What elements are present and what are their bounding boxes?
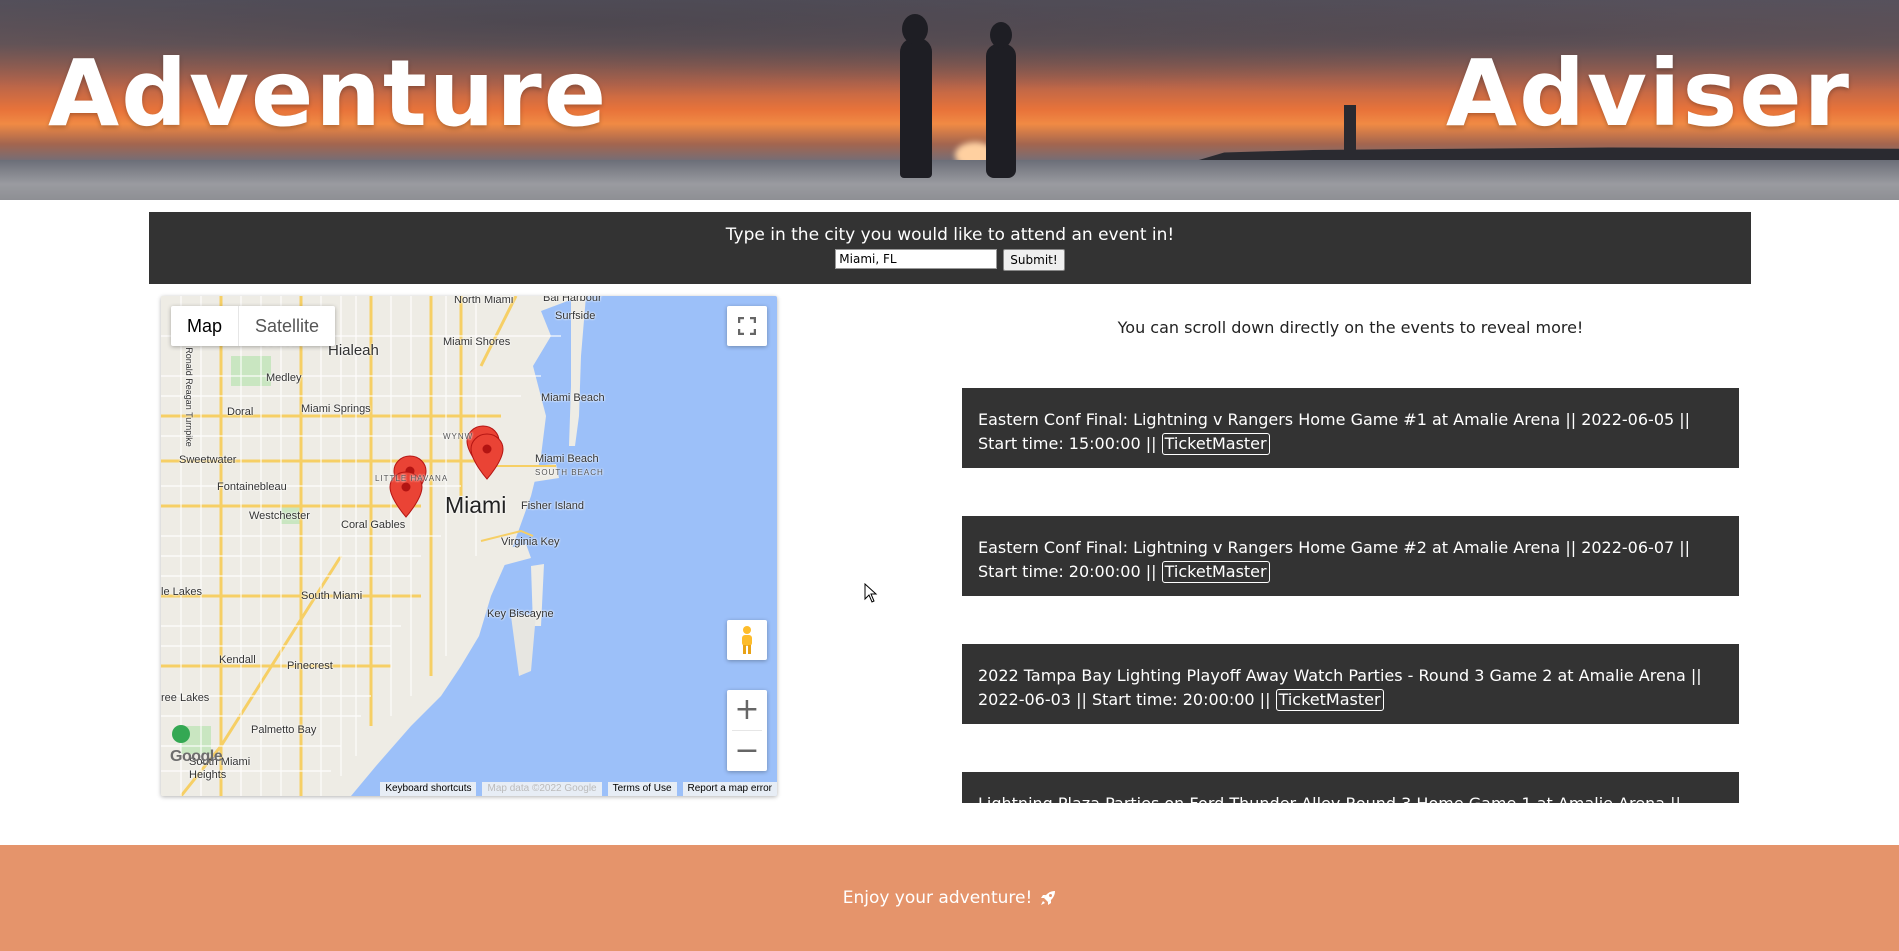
terms-of-use-link[interactable]: Terms of Use xyxy=(607,782,677,796)
place-label: WYNW xyxy=(443,432,474,441)
event-text: Eastern Conf Final: Lightning v Rangers … xyxy=(978,410,1691,453)
silhouette-head-left xyxy=(902,14,928,44)
place-label: Medley xyxy=(266,372,302,384)
rocket-icon xyxy=(1041,891,1056,905)
place-label: Miami Shores xyxy=(443,336,511,348)
fullscreen-icon xyxy=(738,317,756,335)
place-label: Pinecrest xyxy=(287,660,333,672)
ticketmaster-link[interactable]: TicketMaster xyxy=(1161,433,1270,455)
search-prompt: Type in the city you would like to atten… xyxy=(725,225,1175,245)
place-label: Fontainebleau xyxy=(217,481,287,493)
place-label: Sweetwater xyxy=(179,454,237,466)
place-label: North Miami xyxy=(454,296,514,306)
place-label: Coral Gables xyxy=(341,519,406,531)
place-label: SOUTH BEACH xyxy=(535,468,604,477)
zoo-poi-icon xyxy=(172,725,190,743)
place-label: Miami Beach xyxy=(541,392,605,404)
place-label: Kendall xyxy=(219,654,256,666)
zoom-out-button[interactable]: − xyxy=(727,731,767,771)
event-card: Eastern Conf Final: Lightning v Rangers … xyxy=(962,388,1739,468)
event-list[interactable]: Eastern Conf Final: Lightning v Rangers … xyxy=(962,368,1739,803)
place-label: Miami Beach xyxy=(535,453,599,465)
silhouette-head-right xyxy=(990,22,1012,48)
search-bar: Type in the city you would like to atten… xyxy=(149,212,1751,284)
place-label: South Miami xyxy=(301,590,363,602)
zoom-in-button[interactable]: + xyxy=(727,690,767,730)
ticketmaster-link[interactable]: TicketMaster xyxy=(1275,689,1384,711)
place-label: Ronald Reagan Turnpike xyxy=(183,347,194,447)
scroll-hint: You can scroll down directly on the even… xyxy=(1117,318,1584,337)
place-label: Bal Harbour xyxy=(543,296,602,304)
map-type-satellite-button[interactable]: Satellite xyxy=(239,306,335,346)
place-label: Surfside xyxy=(555,310,596,322)
search-row: Submit! xyxy=(149,249,1751,271)
place-label: Palmetto Bay xyxy=(251,724,317,736)
report-map-error-link[interactable]: Report a map error xyxy=(682,782,777,796)
place-label: ree Lakes xyxy=(161,692,210,704)
event-text: Eastern Conf Final: Lightning v Rangers … xyxy=(978,538,1691,581)
event-text: Lightning Plaza Parties on Ford Thunder … xyxy=(978,794,1681,803)
silhouette-person-right xyxy=(986,44,1016,178)
event-card: Lightning Plaza Parties on Ford Thunder … xyxy=(962,772,1739,803)
place-label-city: Miami xyxy=(445,492,507,518)
map-footer: Keyboard shortcuts Map data ©2022 Google… xyxy=(380,782,777,796)
street-view-pegman-button[interactable] xyxy=(727,620,767,660)
place-label: le Lakes xyxy=(161,586,202,598)
place-label: LITTLE HAVANA xyxy=(375,474,449,483)
place-label: Westchester xyxy=(249,510,310,522)
place-label: Miami Springs xyxy=(301,403,371,415)
google-logo: Google xyxy=(170,748,223,765)
banner-sea xyxy=(0,160,1899,200)
header-banner: Adventure Adviser xyxy=(0,0,1899,200)
silhouette-person-left xyxy=(900,38,932,178)
place-label: Virginia Key xyxy=(501,536,560,548)
map-type-control: Map Satellite xyxy=(171,306,336,346)
fullscreen-button[interactable] xyxy=(727,306,767,346)
banner-lighthouse xyxy=(1344,105,1356,150)
google-map[interactable]: North Miami Bal Harbour Surfside Gardens… xyxy=(161,296,777,796)
footer: Enjoy your adventure! xyxy=(0,845,1899,951)
zoom-control: + − xyxy=(727,690,767,771)
place-label: Hialeah xyxy=(328,342,379,359)
pegman-icon xyxy=(742,626,752,654)
site-title-right: Adviser xyxy=(1445,40,1851,147)
footer-text: Enjoy your adventure! xyxy=(842,888,1033,908)
place-label: Key Biscayne xyxy=(487,608,554,620)
map-tiles[interactable] xyxy=(161,296,777,796)
map-type-map-button[interactable]: Map xyxy=(171,306,240,346)
submit-button[interactable]: Submit! xyxy=(1003,249,1065,271)
place-label: Doral xyxy=(227,406,254,418)
event-card: Eastern Conf Final: Lightning v Rangers … xyxy=(962,516,1739,596)
city-search-input[interactable] xyxy=(835,249,998,269)
keyboard-shortcuts-link[interactable]: Keyboard shortcuts xyxy=(380,782,477,796)
place-label: Fisher Island xyxy=(521,500,584,512)
ticketmaster-link[interactable]: TicketMaster xyxy=(1161,561,1270,583)
map-data-attribution: Map data ©2022 Google xyxy=(482,782,602,796)
site-title-left: Adventure xyxy=(48,40,609,147)
mouse-cursor-icon xyxy=(864,583,878,603)
event-card: 2022 Tampa Bay Lighting Playoff Away Wat… xyxy=(962,644,1739,724)
